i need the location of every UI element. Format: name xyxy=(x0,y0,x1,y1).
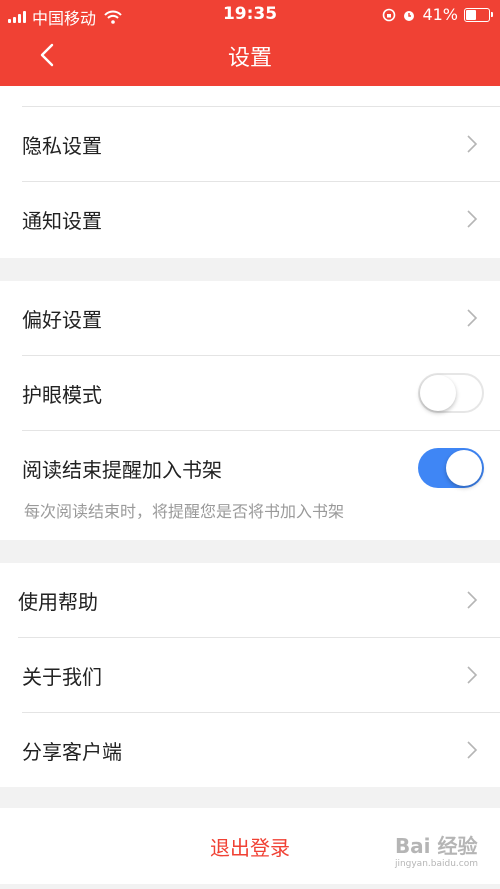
battery-percent: 41% xyxy=(422,5,458,24)
reading-end-reminder-item: 阅读结束提醒加入书架 xyxy=(22,431,500,505)
eye-protection-item: 护眼模式 xyxy=(22,356,500,431)
app-header: 中国移动 19:35 41% 设置 xyxy=(0,0,500,86)
share-client-label: 分享客户端 xyxy=(22,739,122,764)
privacy-settings-item[interactable]: 隐私设置 xyxy=(22,107,500,182)
chevron-right-icon xyxy=(467,135,478,153)
about-us-label: 关于我们 xyxy=(22,664,102,689)
watermark-url: jingyan.baidu.com xyxy=(394,859,478,869)
status-bar: 中国移动 19:35 41% xyxy=(0,0,500,28)
chevron-right-icon xyxy=(467,210,478,228)
settings-group-misc: 使用帮助 关于我们 分享客户端 xyxy=(0,563,500,787)
reading-end-reminder-label: 阅读结束提醒加入书架 xyxy=(22,457,222,482)
eye-protection-toggle[interactable] xyxy=(418,373,484,413)
notification-settings-item[interactable]: 通知设置 xyxy=(22,182,500,256)
watermark: Bai 经验 jingyan.baidu.com xyxy=(395,830,478,869)
notification-settings-label: 通知设置 xyxy=(22,208,102,233)
battery-icon xyxy=(464,7,493,22)
reading-end-reminder-hint: 每次阅读结束时，将提醒您是否将书加入书架 xyxy=(24,502,345,521)
help-label: 使用帮助 xyxy=(18,589,98,614)
preference-settings-label: 偏好设置 xyxy=(22,307,102,332)
share-client-item[interactable]: 分享客户端 xyxy=(22,713,500,787)
alarm-icon xyxy=(404,10,415,21)
about-us-item[interactable]: 关于我们 xyxy=(22,638,500,713)
page-title: 设置 xyxy=(227,46,272,71)
settings-group-account: 隐私设置 通知设置 xyxy=(0,86,500,258)
eye-protection-label: 护眼模式 xyxy=(22,382,102,407)
reading-end-reminder-toggle[interactable] xyxy=(418,448,484,488)
chevron-right-icon xyxy=(467,309,478,327)
privacy-settings-label: 隐私设置 xyxy=(22,133,102,158)
watermark-text: Bai 经验 xyxy=(394,834,478,858)
help-item[interactable]: 使用帮助 xyxy=(18,563,500,638)
chevron-right-icon xyxy=(467,741,478,759)
chevron-right-icon xyxy=(467,666,478,684)
preference-settings-item[interactable]: 偏好设置 xyxy=(22,281,500,356)
orientation-lock-icon xyxy=(383,8,396,21)
chevron-right-icon xyxy=(467,591,478,609)
